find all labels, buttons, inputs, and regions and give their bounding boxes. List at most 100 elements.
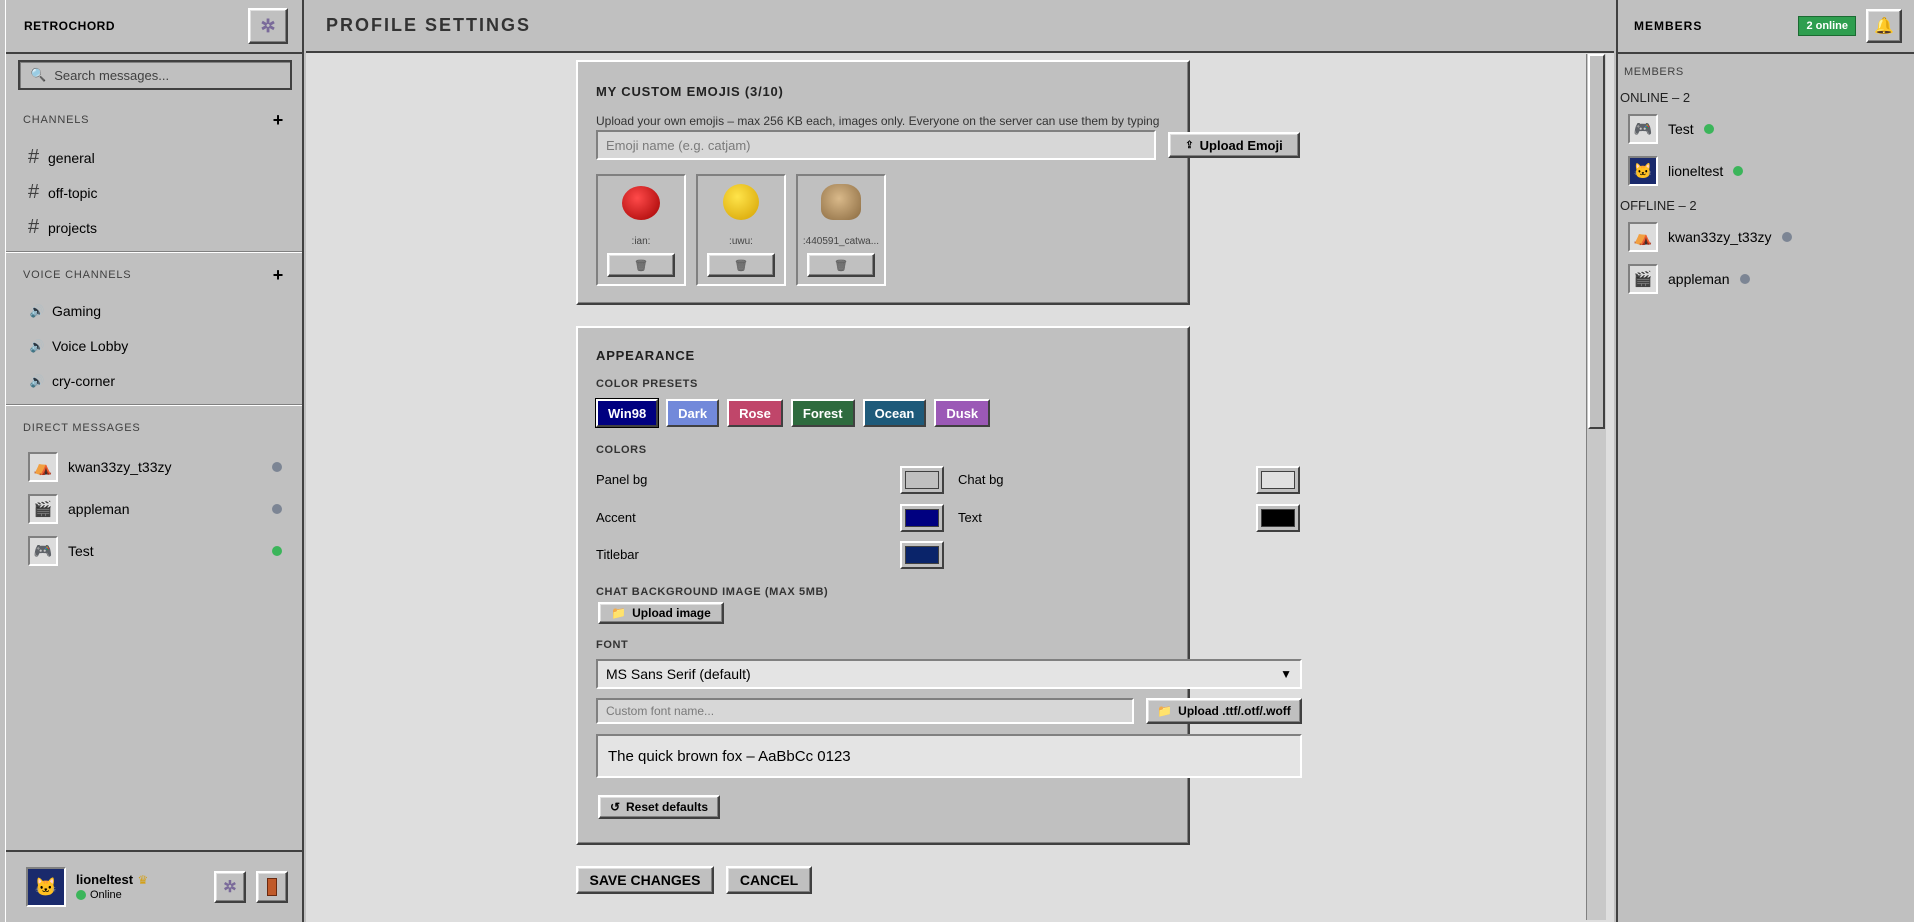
nyan-cat-icon[interactable]: 🐱	[26, 867, 66, 907]
notifications-button[interactable]: 🔔	[1866, 9, 1902, 43]
scrollbar-thumb[interactable]	[1588, 54, 1605, 429]
members-subheader: MEMBERS	[1624, 66, 1684, 78]
preset-win98-button[interactable]: Win98	[594, 398, 660, 428]
user-status-label: Online	[90, 888, 122, 901]
titlebar-swatch[interactable]	[900, 541, 944, 569]
logout-button[interactable]	[256, 871, 288, 903]
server-settings-button[interactable]: ✲	[248, 8, 288, 44]
status-dot	[272, 504, 282, 514]
channel-general[interactable]: # general	[6, 140, 302, 175]
add-voice-channel-button[interactable]: +	[273, 265, 284, 286]
offline-group-label: OFFLINE – 2	[1620, 198, 1697, 213]
voice-channel-label: Voice Lobby	[52, 337, 129, 354]
voice-channel-voice-lobby[interactable]: 🔊 Voice Lobby	[6, 328, 302, 363]
font-header: FONT	[596, 639, 629, 651]
font-preview: The quick brown fox – AaBbCc 0123	[596, 734, 1302, 778]
speaker-icon: 🔊	[29, 303, 45, 318]
dm-kwan33zy[interactable]: ⛺ kwan33zy_t33zy	[6, 446, 302, 488]
member-appleman[interactable]: 🎬 appleman	[1618, 258, 1914, 300]
door-icon	[267, 878, 277, 896]
member-name: kwan33zy_t33zy	[1668, 229, 1772, 245]
search-icon: 🔍	[30, 67, 47, 82]
reset-label: Reset defaults	[626, 800, 709, 814]
dm-header-label: DIRECT MESSAGES	[23, 422, 141, 434]
clapper-icon: 🎬	[28, 494, 58, 524]
emoji-card: :ian: 🗑	[596, 174, 686, 286]
status-dot	[1733, 166, 1744, 176]
channel-off-topic[interactable]: # off-topic	[6, 175, 302, 210]
scrollbar[interactable]	[1586, 54, 1606, 920]
reset-icon: ↺	[609, 800, 621, 814]
voice-header-label: VOICE CHANNELS	[23, 269, 132, 281]
dm-test[interactable]: 🎮 Test	[6, 530, 302, 572]
upload-image-button[interactable]: 📁 Upload image	[598, 602, 724, 624]
custom-font-input[interactable]	[596, 698, 1134, 724]
dm-label: kwan33zy_t33zy	[68, 459, 172, 475]
search-input[interactable]	[54, 67, 290, 83]
user-name: lioneltest	[76, 871, 134, 887]
thinking-face-icon	[723, 182, 759, 234]
folder-icon: 📁	[1157, 704, 1173, 718]
voice-channel-gaming[interactable]: 🔊 Gaming	[6, 293, 302, 328]
text-color-label: Text	[958, 510, 982, 525]
chat-bg-swatch[interactable]	[1256, 466, 1300, 494]
channels-header-label: CHANNELS	[23, 114, 90, 126]
cancel-label: CANCEL	[739, 872, 799, 888]
main-header: PROFILE SETTINGS	[306, 0, 1614, 53]
upload-emoji-label: Upload Emoji	[1199, 137, 1283, 153]
nyan-cat-icon: 🐱	[1628, 156, 1658, 186]
member-kwan33zy[interactable]: ⛺ kwan33zy_t33zy	[1618, 216, 1914, 258]
trash-icon: 🗑	[834, 259, 848, 272]
preset-forest-button[interactable]: Forest	[790, 399, 855, 427]
font-select[interactable]: MS Sans Serif (default) ▼	[596, 659, 1302, 689]
members-header: MEMBERS 2 online 🔔	[1618, 0, 1914, 54]
titlebar-label: Titlebar	[596, 547, 639, 562]
member-name: appleman	[1668, 271, 1730, 287]
delete-emoji-button[interactable]: 🗑	[607, 253, 675, 277]
emoji-name-input[interactable]	[596, 130, 1156, 160]
panel-bg-swatch[interactable]	[900, 466, 944, 494]
gear-icon: ✲	[260, 15, 276, 36]
colors-header: COLORS	[596, 444, 647, 456]
custom-emojis-panel: MY CUSTOM EMOJIS (3/10) Upload your own …	[576, 60, 1300, 305]
upload-icon: ⇪	[1185, 139, 1194, 151]
online-count-badge: 2 online	[1798, 16, 1856, 36]
channel-projects[interactable]: # projects	[6, 210, 302, 245]
user-status: Online	[76, 888, 204, 903]
upload-font-button[interactable]: 📁 Upload .ttf/.otf/.woff	[1146, 698, 1302, 724]
accent-swatch[interactable]	[900, 504, 944, 532]
user-settings-button[interactable]: ✲	[214, 871, 246, 903]
save-changes-button[interactable]: SAVE CHANGES	[576, 866, 714, 894]
tent-icon: ⛺	[28, 452, 58, 482]
dm-appleman[interactable]: 🎬 appleman	[6, 488, 302, 530]
voice-channel-cry-corner[interactable]: 🔊 cry-corner	[6, 363, 302, 398]
delete-emoji-button[interactable]: 🗑	[807, 253, 875, 277]
preset-rose-button[interactable]: Rose	[727, 399, 783, 427]
page-title: PROFILE SETTINGS	[326, 15, 532, 35]
search-box[interactable]: 🔍	[18, 60, 292, 90]
status-dot	[272, 546, 282, 556]
reset-defaults-button[interactable]: ↺ Reset defaults	[598, 795, 720, 819]
member-name: lioneltest	[1668, 163, 1724, 179]
preset-ocean-button[interactable]: Ocean	[862, 399, 927, 427]
cat-thumbs-up-icon	[821, 182, 861, 234]
hash-icon: #	[28, 216, 40, 238]
emoji-label: :ian:	[631, 236, 651, 247]
delete-emoji-button[interactable]: 🗑	[707, 253, 775, 277]
status-dot	[1739, 274, 1750, 284]
appearance-title: APPEARANCE	[596, 348, 696, 363]
add-channel-button[interactable]: +	[273, 110, 284, 131]
preset-dark-button[interactable]: Dark	[666, 399, 720, 427]
bell-icon: 🔔	[1874, 18, 1894, 35]
emoji-card: :uwu: 🗑	[696, 174, 786, 286]
channels-header: CHANNELS +	[6, 110, 302, 130]
status-dot	[76, 890, 86, 900]
cancel-button[interactable]: CANCEL	[726, 866, 812, 894]
text-color-swatch[interactable]	[1256, 504, 1300, 532]
status-dot	[1703, 124, 1714, 134]
preset-dusk-button[interactable]: Dusk	[934, 399, 991, 427]
upload-emoji-button[interactable]: ⇪ Upload Emoji	[1168, 132, 1300, 158]
emoji-card: :440591_catwa... 🗑	[796, 174, 886, 286]
member-test[interactable]: 🎮 Test	[1618, 108, 1914, 150]
member-lioneltest[interactable]: 🐱 lioneltest	[1618, 150, 1914, 192]
